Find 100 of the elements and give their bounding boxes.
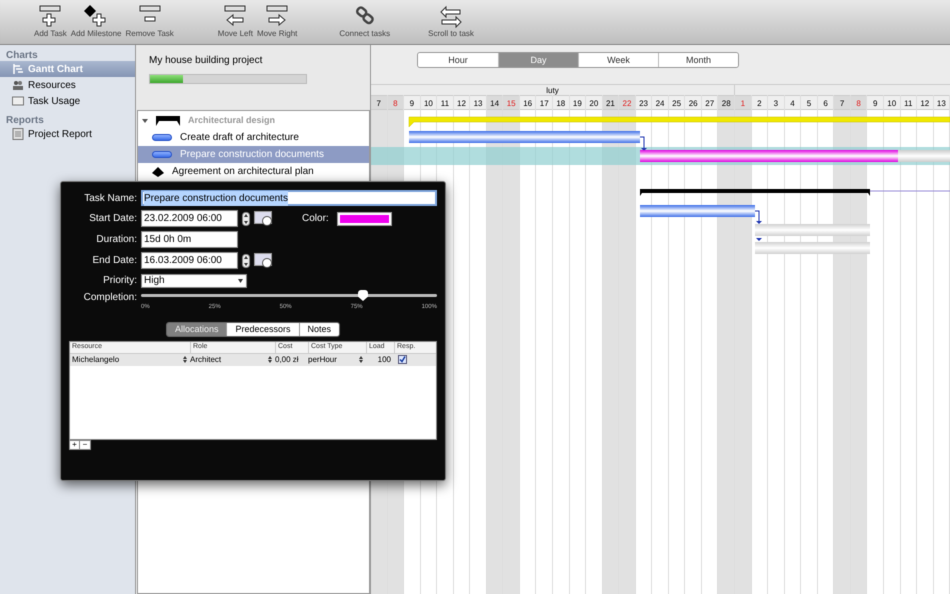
day-label: 13 [470,95,486,110]
day-label: 5 [801,95,817,110]
day-label: 3 [768,95,784,110]
section-header: Reports [5,114,45,126]
toolbar-button[interactable]: Move Left [216,4,255,40]
task-bar-icon [152,134,172,141]
sidebar-item[interactable]: Project Report [0,126,135,142]
day-label: 4 [784,95,800,110]
task-row[interactable]: Create draft of architecture [138,129,369,146]
field-label: Start Date: [88,212,137,226]
day-label: 24 [652,95,668,110]
document-icon [12,128,24,140]
field-label: Color: [302,212,329,226]
day-label: 27 [702,95,718,110]
tab[interactable]: Notes [298,323,340,336]
task-bar[interactable] [640,205,755,217]
start-date-field[interactable]: 23.02.2009 06:00 [141,210,238,227]
add-button[interactable]: + [69,440,80,450]
task-name-field[interactable]: Prepare construction documents [141,190,437,206]
summary-bar-icon [156,116,180,126]
remove-button[interactable]: − [80,440,91,450]
sidebar-item[interactable]: Task Usage [0,93,135,109]
task-bar[interactable] [640,150,898,162]
field-label: End Date: [92,254,137,268]
window-icon [12,96,24,106]
day-label: 19 [570,95,586,110]
caret-icon [238,278,243,282]
day-label: 2 [752,95,768,110]
color-well[interactable] [336,212,392,226]
day-label: 8 [850,95,866,110]
day-label: 28 [718,95,734,110]
checkbox[interactable] [398,355,407,364]
stepper-icon[interactable] [242,254,250,268]
task-name: Prepare construction documents [180,148,324,162]
scale-tab[interactable]: Week [578,53,658,67]
task-name: Architectural design [188,114,276,127]
day-label: 17 [536,95,552,110]
stepper-icon[interactable] [183,356,187,363]
summary-bar[interactable] [640,189,870,196]
toolbar-button[interactable]: Add Milestone [68,4,124,40]
field-label: Priority: [102,274,137,288]
task-name: Agreement on architectural plan [172,165,314,179]
day-label: 22 [619,95,635,110]
toolbar-button[interactable]: Move Right [254,4,300,40]
day-label: 1 [735,95,751,110]
scale-tab[interactable]: Month [658,53,738,67]
toolbar-button[interactable]: Remove Task [123,4,176,40]
day-label: 11 [900,95,916,110]
day-label: 12 [454,95,470,110]
toolbar-button[interactable]: Scroll to task [426,4,476,40]
tab[interactable]: Predecessors [226,323,299,336]
stepper-icon[interactable] [359,356,363,363]
day-label: 23 [636,95,652,110]
task-row[interactable]: Agreement on architectural plan [138,163,369,180]
disclosure-triangle-icon[interactable] [142,118,148,124]
sidebar-item[interactable]: Resources [0,77,135,93]
day-label: 25 [668,95,684,110]
stepper-icon[interactable] [242,212,250,226]
day-label: 11 [437,95,453,110]
day-label: 9 [867,95,883,110]
task-name: Create draft of architecture [180,131,299,145]
end-date-field[interactable]: 16.03.2009 06:00 [141,252,238,269]
table-cell: perHour [308,354,337,366]
month-label: luty [546,85,559,95]
calendar-icon[interactable] [254,211,274,226]
table-cell: Michelangelo [72,354,120,366]
table-cell-text: 100 [376,354,392,366]
toolbar-button[interactable]: Add Task [32,4,69,40]
scale-tab[interactable]: Hour [418,53,498,67]
task-bar[interactable] [409,131,640,143]
task-bar-icon [152,151,172,158]
field-label: Completion: [82,291,137,305]
day-label: 15 [503,95,519,110]
gantt-icon [12,63,24,75]
day-label: 26 [685,95,701,110]
day-label: 12 [917,95,933,110]
day-label: 21 [602,95,618,110]
dependency-arrow [640,136,647,151]
day-label: 10 [420,95,436,110]
table-cell-text: 0,00 zł [275,354,300,366]
day-label: 13 [934,95,950,110]
day-label: 9 [404,95,420,110]
slider-thumb[interactable] [358,290,368,301]
day-label: 10 [884,95,900,110]
calendar-icon[interactable] [254,253,274,268]
day-label: 18 [553,95,569,110]
field-label: Task Name: [83,192,137,206]
dependency-arrow [756,238,762,241]
section-header: Charts [5,49,39,61]
day-label: 6 [818,95,834,110]
day-label: 7 [834,95,850,110]
duration-field[interactable]: 15d 0h 0m [141,231,238,248]
day-label: 8 [388,95,404,110]
toolbar-button[interactable]: Connect tasks [337,4,392,40]
day-label: 20 [586,95,602,110]
stepper-icon[interactable] [268,356,272,363]
day-label: 7 [371,95,387,110]
milestone-icon [152,166,164,176]
day-label: 16 [520,95,536,110]
priority-dropdown[interactable]: High [141,274,247,288]
